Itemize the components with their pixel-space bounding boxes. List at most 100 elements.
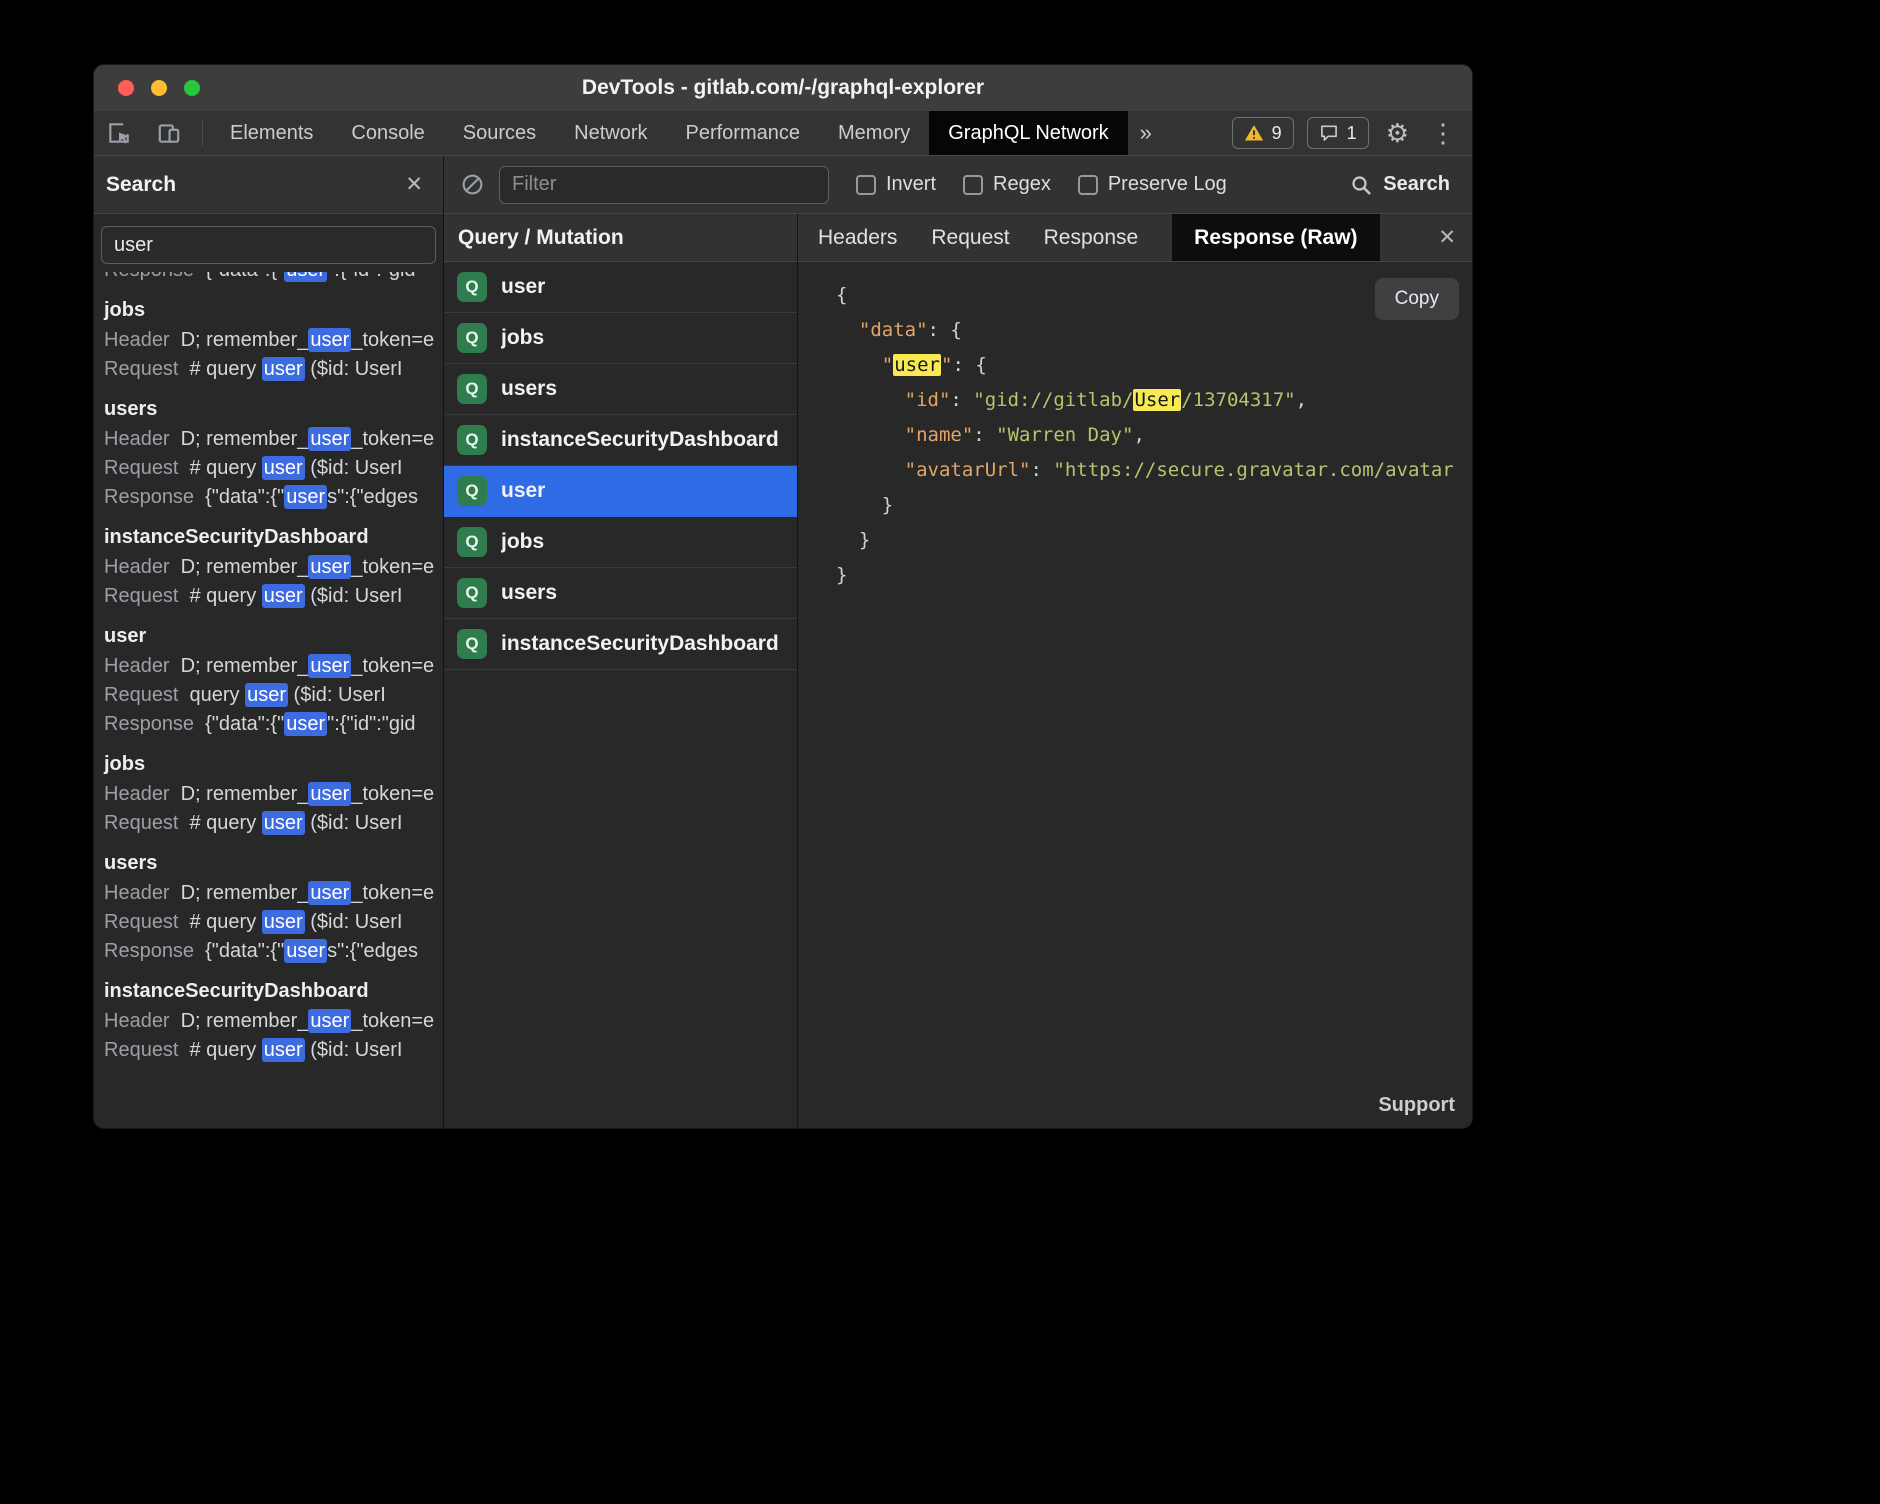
search-result-row[interactable]: Request# query user ($id: UserI (94, 582, 443, 611)
result-field-label: Header (104, 783, 170, 805)
tab-graphql-network[interactable]: GraphQL Network (929, 111, 1127, 155)
search-result-row[interactable]: HeaderD; remember_user_token=e (94, 326, 443, 355)
search-group-title[interactable]: instanceSecurityDashboard (94, 512, 443, 553)
search-input[interactable] (101, 226, 436, 264)
traffic-lights (118, 80, 200, 96)
devtools-main: Search ✕ Response {"data":{"user":{"id":"… (94, 156, 1472, 1128)
query-list-item[interactable]: QinstanceSecurityDashboard (444, 415, 797, 466)
result-text: {"data":{"user":{"id":"gid (205, 712, 416, 736)
result-text: D; remember_user_token=e (181, 782, 435, 806)
search-results: Response {"data":{"user":{"id":"gid jobs He… (94, 272, 443, 1128)
search-group-title[interactable]: users (94, 384, 443, 425)
result-field-label: Header (104, 556, 170, 578)
result-text: query user ($id: UserI (190, 683, 386, 707)
query-type-badge: Q (457, 425, 487, 455)
warnings-badge[interactable]: 9 (1232, 117, 1294, 149)
query-type-badge: Q (457, 272, 487, 302)
messages-badge[interactable]: 1 (1307, 117, 1369, 149)
search-result-row[interactable]: Response {"data":{"user":{"id":"gid (94, 710, 443, 739)
result-text: # query user ($id: UserI (190, 1038, 403, 1062)
search-result-row[interactable]: Request# query user ($id: UserI (94, 355, 443, 384)
search-result-row[interactable]: Request# query user ($id: UserI (94, 908, 443, 937)
search-group-title[interactable]: instanceSecurityDashboard (94, 966, 443, 1007)
copy-button[interactable]: Copy (1375, 278, 1459, 320)
checkbox-regex[interactable]: Regex (963, 173, 1051, 196)
close-detail-icon[interactable]: ✕ (1422, 221, 1472, 254)
query-panel-header: Query / Mutation (444, 214, 797, 262)
search-result-row[interactable]: HeaderD; remember_user_token=e (94, 1007, 443, 1036)
search-result-row[interactable]: HeaderD; remember_user_token=e (94, 553, 443, 582)
result-text: # query user ($id: UserI (190, 584, 403, 608)
checkbox-invert[interactable]: Invert (856, 173, 936, 196)
device-toolbar-icon[interactable] (144, 111, 194, 155)
tab-console[interactable]: Console (332, 111, 443, 155)
result-field-label: Header (104, 1010, 170, 1032)
search-group-title[interactable]: user (94, 611, 443, 652)
message-count: 1 (1347, 123, 1357, 144)
query-name: user (501, 479, 545, 503)
close-window-button[interactable] (118, 80, 134, 96)
search-result-row[interactable]: Request# query user ($id: UserI (94, 454, 443, 483)
detail-tab-response-raw[interactable]: Response (Raw) (1172, 214, 1379, 261)
query-name: jobs (501, 326, 544, 350)
tab-sources[interactable]: Sources (444, 111, 555, 155)
query-list-item[interactable]: Qjobs (444, 517, 797, 568)
result-field-label: Header (104, 882, 170, 904)
result-field-label: Response (104, 713, 194, 735)
query-type-badge: Q (457, 578, 487, 608)
query-name: instanceSecurityDashboard (501, 428, 779, 452)
tab-performance[interactable]: Performance (667, 111, 820, 155)
json-line: } (836, 488, 1472, 523)
json-line: "avatarUrl": "https://secure.gravatar.co… (836, 453, 1472, 488)
settings-gear-icon[interactable]: ⚙ (1382, 120, 1413, 146)
search-result-row[interactable]: Response{"data":{"users":{"edges (94, 937, 443, 966)
query-list-item[interactable]: Qusers (444, 568, 797, 619)
block-icon[interactable] (460, 172, 485, 197)
query-list-item[interactable]: QinstanceSecurityDashboard (444, 619, 797, 670)
json-line: } (836, 523, 1472, 558)
search-result-row[interactable]: HeaderD; remember_user_token=e (94, 879, 443, 908)
content-row: Query / Mutation QuserQjobsQusersQinstan… (444, 214, 1472, 1128)
detail-tab-response[interactable]: Response (1044, 214, 1139, 261)
detail-tab-request[interactable]: Request (931, 214, 1009, 261)
result-text: {"data":{"users":{"edges (205, 485, 418, 509)
search-result-row[interactable]: Request# query user ($id: UserI (94, 809, 443, 838)
search-group-title[interactable]: jobs (94, 285, 443, 326)
devtools-tab-strip: ElementsConsoleSourcesNetworkPerformance… (211, 111, 1128, 155)
close-search-icon[interactable]: ✕ (399, 168, 429, 201)
checkbox-preserve-log[interactable]: Preserve Log (1078, 173, 1227, 196)
search-group-title[interactable]: jobs (94, 739, 443, 780)
query-list-item[interactable]: Qusers (444, 364, 797, 415)
search-result-row[interactable]: HeaderD; remember_user_token=e (94, 652, 443, 681)
tab-memory[interactable]: Memory (819, 111, 929, 155)
tab-network[interactable]: Network (555, 111, 666, 155)
query-name: jobs (501, 530, 544, 554)
search-result-row[interactable]: HeaderD; remember_user_token=e (94, 425, 443, 454)
search-result-row[interactable]: Header D; remember_user_token=e (94, 780, 443, 809)
kebab-menu-icon[interactable]: ⋮ (1426, 120, 1460, 146)
detail-tab-headers[interactable]: Headers (818, 214, 897, 261)
search-group-title[interactable]: users (94, 838, 443, 879)
filter-bar: Invert Regex Preserve Log Search (444, 156, 1472, 214)
filter-input[interactable] (499, 166, 829, 204)
search-result-row[interactable]: Requestquery user ($id: UserI (94, 681, 443, 710)
toolbar-right-cluster: 9 1 ⚙ ⋮ (1232, 111, 1472, 155)
query-list-item[interactable]: Qjobs (444, 313, 797, 364)
inspect-icon[interactable] (94, 111, 144, 155)
query-list-item[interactable]: Quser (444, 466, 797, 517)
search-result-row[interactable]: Request# query user ($id: UserI (94, 1036, 443, 1065)
json-line: "user": { (836, 348, 1472, 383)
minimize-window-button[interactable] (151, 80, 167, 96)
search-control[interactable]: Search (1349, 173, 1456, 197)
result-text: D; remember_user_token=e (181, 427, 435, 451)
more-tabs-chevron[interactable]: » (1128, 111, 1164, 155)
support-link[interactable]: Support (1378, 1094, 1455, 1117)
search-result-row[interactable]: Response{"data":{"users":{"edges (94, 483, 443, 512)
tab-elements[interactable]: Elements (211, 111, 332, 155)
query-list-item[interactable]: Quser (444, 262, 797, 313)
warning-icon (1244, 123, 1264, 143)
detail-panel: Headers Request Response Response (Raw) ✕ C… (798, 214, 1472, 1128)
devtools-toolbar: ElementsConsoleSourcesNetworkPerformance… (94, 111, 1472, 156)
zoom-window-button[interactable] (184, 80, 200, 96)
search-result-row[interactable]: Response{"data":{"user":{"id":"gid (94, 272, 443, 285)
